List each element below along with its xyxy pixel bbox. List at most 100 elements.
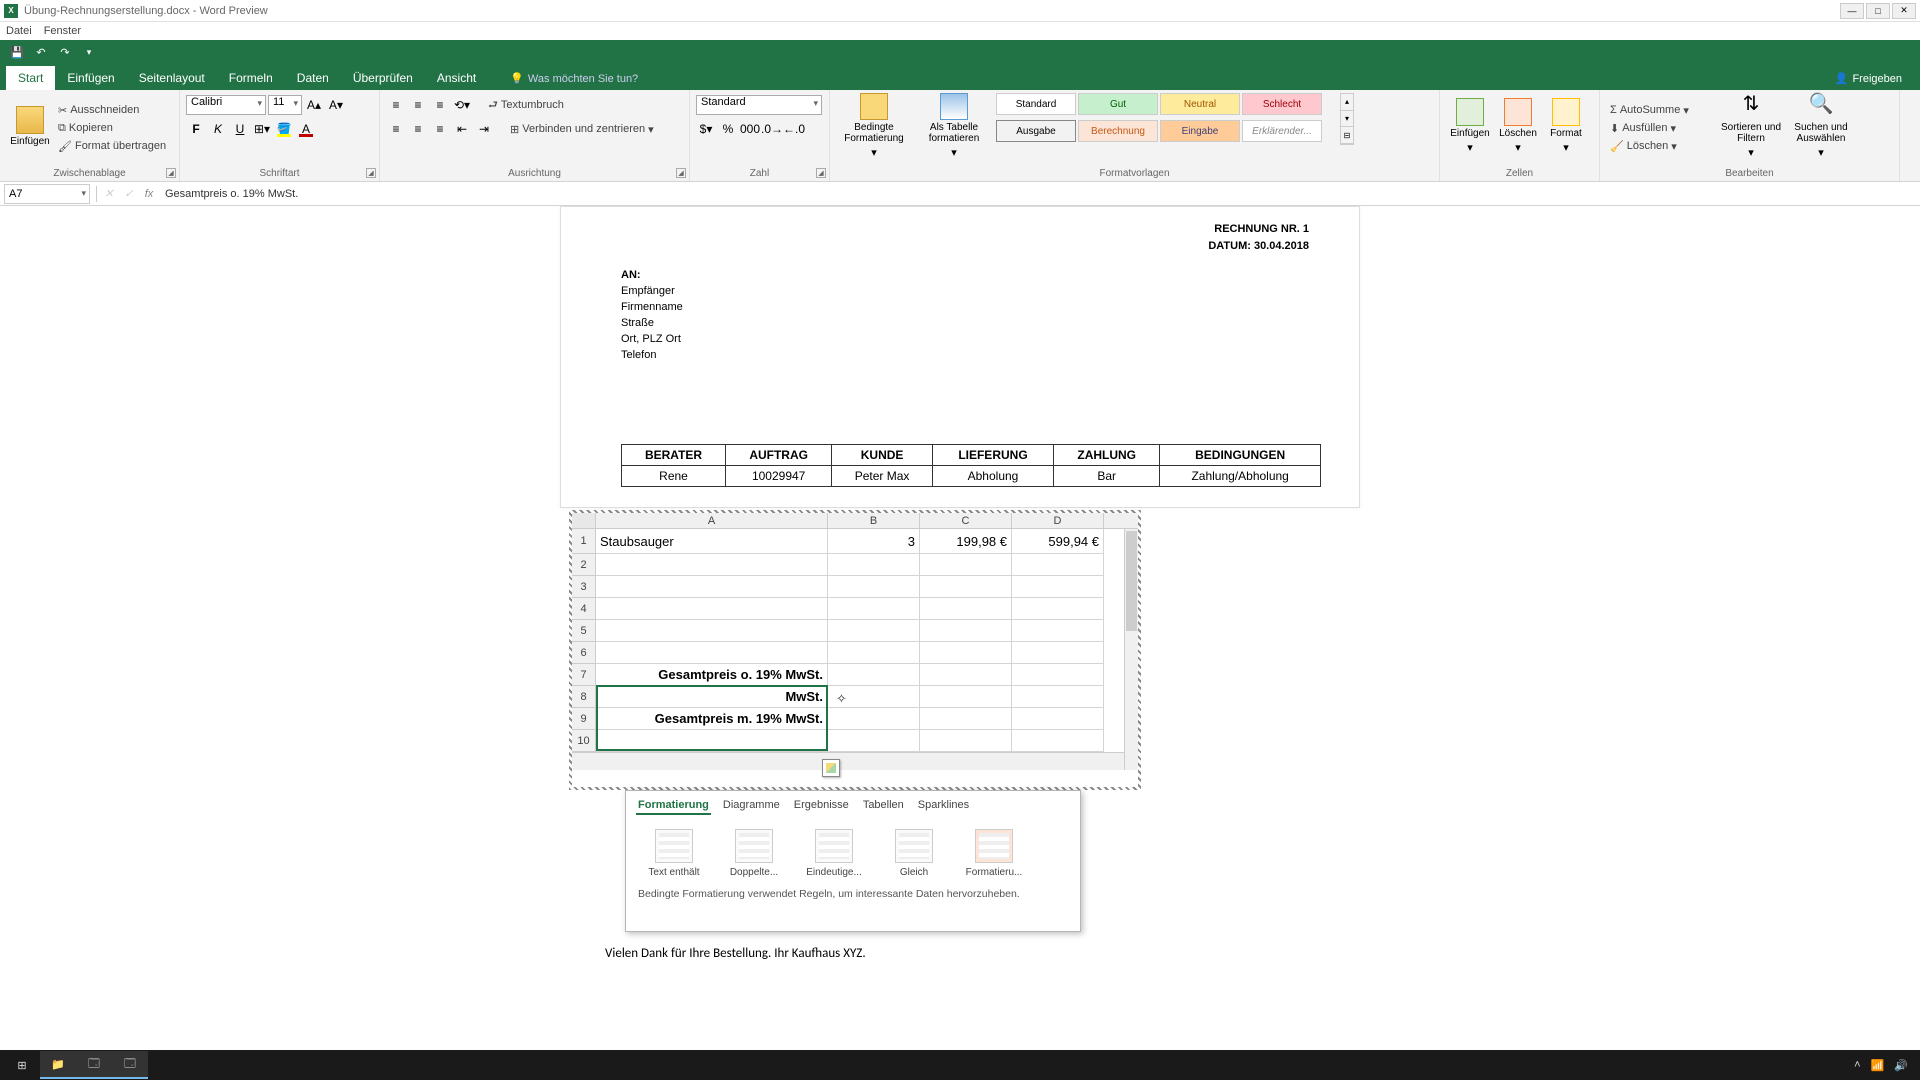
sort-filter-button[interactable]: ⇅Sortieren und Filtern▾: [1716, 93, 1786, 159]
undo-icon[interactable]: ↶: [32, 43, 50, 61]
menu-datei[interactable]: Datei: [6, 25, 32, 37]
copy-button[interactable]: ⧉Kopieren: [54, 120, 170, 137]
qa-item-gleich[interactable]: Gleich: [878, 829, 950, 878]
share-button[interactable]: 👤 Freigeben: [1823, 67, 1914, 90]
tray-volume-icon[interactable]: 🔊: [1894, 1059, 1908, 1072]
fill-button[interactable]: ⬇Ausfüllen▾: [1606, 120, 1716, 137]
tab-ansicht[interactable]: Ansicht: [425, 66, 488, 90]
row-header-1[interactable]: 1: [572, 529, 596, 554]
cell-a8[interactable]: MwSt.: [596, 686, 828, 708]
percent-button[interactable]: %: [718, 119, 738, 139]
row-header-10[interactable]: 10: [572, 730, 596, 752]
qa-tab-tabellen[interactable]: Tabellen: [861, 797, 906, 815]
vertical-scrollbar[interactable]: [1124, 529, 1138, 769]
enter-icon[interactable]: ✓: [119, 184, 139, 204]
qa-item-doppelte[interactable]: Doppelte...: [718, 829, 790, 878]
find-select-button[interactable]: 🔍Suchen und Auswählen▾: [1786, 93, 1856, 159]
minimize-button[interactable]: —: [1840, 3, 1864, 19]
cell-a7[interactable]: Gesamtpreis o. 19% MwSt.: [596, 664, 828, 686]
tray-network-icon[interactable]: 📶: [1871, 1059, 1885, 1072]
cell-a1[interactable]: Staubsauger: [596, 529, 828, 554]
number-launcher[interactable]: ◢: [816, 168, 826, 178]
styles-scroll[interactable]: ▴▾⊟: [1340, 93, 1354, 145]
style-neutral[interactable]: Neutral: [1160, 93, 1240, 115]
cell-c1[interactable]: 199,98 €: [920, 529, 1012, 554]
style-standard[interactable]: Standard: [996, 93, 1076, 115]
font-launcher[interactable]: ◢: [366, 168, 376, 178]
tray-chevron-icon[interactable]: ˄: [1854, 1059, 1860, 1071]
save-icon[interactable]: 💾: [8, 43, 26, 61]
cell-b1[interactable]: 3: [828, 529, 920, 554]
tab-ueberpruefen[interactable]: Überprüfen: [341, 66, 425, 90]
taskbar-explorer[interactable]: 📁: [40, 1051, 76, 1079]
column-headers[interactable]: A B C D: [572, 513, 1138, 529]
autosum-button[interactable]: ΣAutoSumme▾: [1606, 102, 1716, 119]
row-header-9[interactable]: 9: [572, 708, 596, 730]
style-ausgabe[interactable]: Ausgabe: [996, 120, 1076, 142]
cell-styles-gallery[interactable]: Standard Gut Neutral Schlecht Ausgabe Be…: [996, 93, 1336, 145]
qa-tab-formatierung[interactable]: Formatierung: [636, 797, 711, 815]
qa-tab-sparklines[interactable]: Sparklines: [916, 797, 971, 815]
qa-tab-ergebnisse[interactable]: Ergebnisse: [792, 797, 851, 815]
paste-button[interactable]: Einfügen: [6, 93, 54, 159]
delete-cells-button[interactable]: Löschen▾: [1494, 93, 1542, 159]
tab-daten[interactable]: Daten: [285, 66, 341, 90]
align-left-button[interactable]: ≡: [386, 119, 406, 139]
orientation-button[interactable]: ⟲▾: [452, 95, 472, 115]
row-header-7[interactable]: 7: [572, 664, 596, 686]
borders-button[interactable]: ⊞▾: [252, 119, 272, 139]
tell-me[interactable]: 💡 Was möchten Sie tun?: [498, 67, 650, 90]
cell-d1[interactable]: 599,94 €: [1012, 529, 1104, 554]
grow-font-button[interactable]: A▴: [304, 95, 324, 115]
taskbar-app1[interactable]: 🗔: [76, 1051, 112, 1079]
row-header-2[interactable]: 2: [572, 554, 596, 576]
wrap-text-button[interactable]: ⮐Textumbruch: [484, 94, 568, 117]
style-erklaerender[interactable]: Erklärender...: [1242, 120, 1322, 142]
row-header-5[interactable]: 5: [572, 620, 596, 642]
tab-einfuegen[interactable]: Einfügen: [55, 66, 126, 90]
format-cells-button[interactable]: Format▾: [1542, 93, 1590, 159]
col-header-d[interactable]: D: [1012, 513, 1104, 528]
row-header-6[interactable]: 6: [572, 642, 596, 664]
style-gut[interactable]: Gut: [1078, 93, 1158, 115]
clipboard-launcher[interactable]: ◢: [166, 168, 176, 178]
col-header-b[interactable]: B: [828, 513, 920, 528]
format-as-table-button[interactable]: Als Tabelle formatieren▾: [916, 93, 992, 159]
col-header-a[interactable]: A: [596, 513, 828, 528]
close-button[interactable]: ✕: [1892, 3, 1916, 19]
row-header-8[interactable]: 8: [572, 686, 596, 708]
comma-button[interactable]: 000: [740, 119, 760, 139]
conditional-formatting-button[interactable]: Bedingte Formatierung▾: [836, 93, 912, 159]
cancel-icon[interactable]: ✕: [99, 184, 119, 204]
start-button[interactable]: ⊞: [4, 1051, 40, 1079]
format-painter-button[interactable]: 🖌Format übertragen: [54, 138, 170, 155]
underline-button[interactable]: U: [230, 119, 250, 139]
increase-indent-button[interactable]: ⇥: [474, 119, 494, 139]
tab-start[interactable]: Start: [6, 66, 55, 90]
qat-customize-icon[interactable]: ▾: [80, 43, 98, 61]
font-size-select[interactable]: 11: [268, 95, 302, 115]
row-header-4[interactable]: 4: [572, 598, 596, 620]
tab-formeln[interactable]: Formeln: [217, 66, 285, 90]
shrink-font-button[interactable]: A▾: [326, 95, 346, 115]
redo-icon[interactable]: ↷: [56, 43, 74, 61]
menu-fenster[interactable]: Fenster: [44, 25, 81, 37]
alignment-launcher[interactable]: ◢: [676, 168, 686, 178]
align-top-button[interactable]: ≡: [386, 95, 406, 115]
formula-input[interactable]: Gesamtpreis o. 19% MwSt.: [159, 188, 1920, 200]
qa-item-formatierung[interactable]: Formatieru...: [958, 829, 1030, 878]
cut-button[interactable]: ✂Ausschneiden: [54, 102, 170, 119]
font-name-select[interactable]: Calibri: [186, 95, 266, 115]
qa-tab-diagramme[interactable]: Diagramme: [721, 797, 782, 815]
number-format-select[interactable]: Standard: [696, 95, 822, 115]
align-center-button[interactable]: ≡: [408, 119, 428, 139]
bold-button[interactable]: F: [186, 119, 206, 139]
increase-decimal-button[interactable]: .0→: [762, 119, 782, 139]
fx-icon[interactable]: fx: [139, 184, 159, 204]
taskbar-app2[interactable]: 🗔: [112, 1051, 148, 1079]
decrease-decimal-button[interactable]: ←.0: [784, 119, 804, 139]
align-bottom-button[interactable]: ≡: [430, 95, 450, 115]
select-all-corner[interactable]: [572, 513, 596, 528]
qa-item-text-enthaelt[interactable]: Text enthält: [638, 829, 710, 878]
currency-button[interactable]: $▾: [696, 119, 716, 139]
